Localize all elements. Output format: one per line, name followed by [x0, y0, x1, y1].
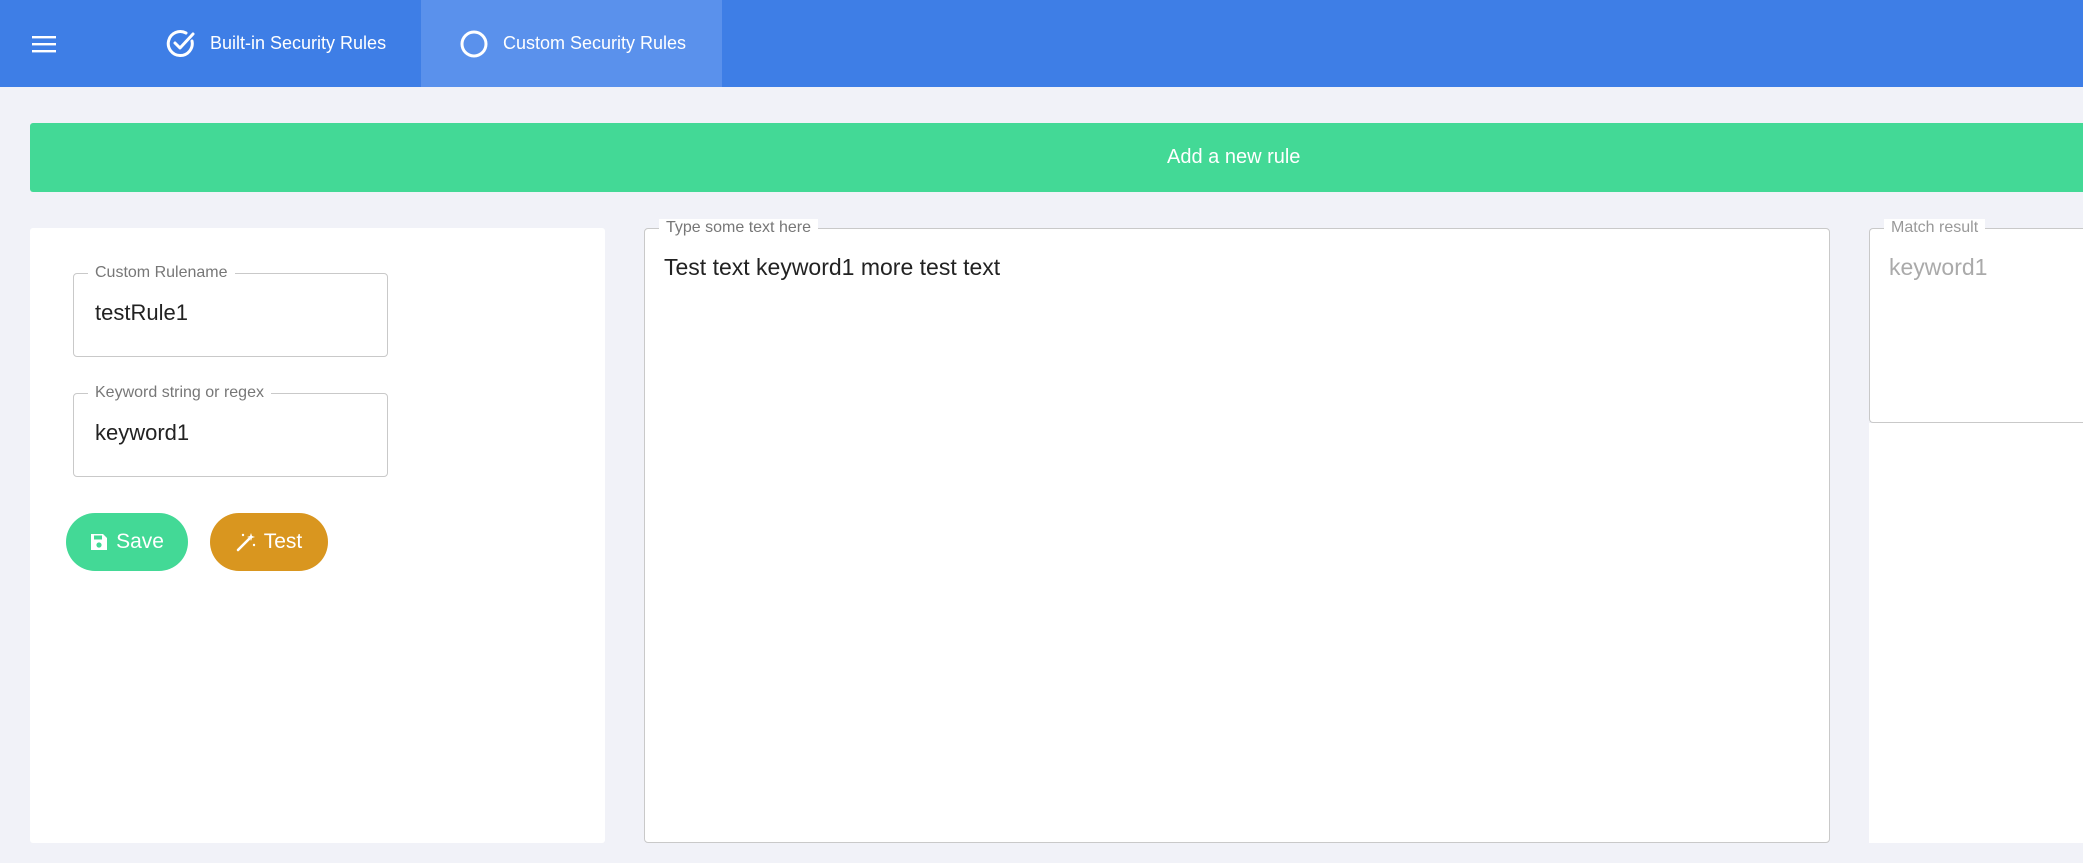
- test-text-area[interactable]: Type some text here Test text keyword1 m…: [644, 219, 1830, 843]
- save-button[interactable]: Save: [66, 513, 188, 571]
- test-button[interactable]: Test: [210, 513, 328, 571]
- tab-built-in-security-rules[interactable]: Built-in Security Rules: [150, 0, 421, 87]
- floppy-disk-icon: [91, 534, 108, 550]
- rulename-field[interactable]: Custom Rulename: [73, 264, 388, 357]
- tab-custom-security-rules[interactable]: Custom Security Rules: [421, 0, 722, 87]
- rulename-input[interactable]: [95, 300, 375, 326]
- match-result-field: Match result keyword1: [1869, 219, 2083, 423]
- tab-label: Custom Security Rules: [503, 33, 687, 53]
- test-text-value[interactable]: Test text keyword1 more test text: [664, 254, 1000, 281]
- hamburger-menu-icon: [32, 36, 56, 53]
- menu-button[interactable]: [24, 24, 64, 64]
- magic-wand-icon: [236, 533, 255, 552]
- test-text-legend: Type some text here: [659, 219, 818, 237]
- keyword-field[interactable]: Keyword string or regex: [73, 384, 388, 477]
- rulename-legend: Custom Rulename: [88, 264, 235, 282]
- match-result-legend: Match result: [1884, 219, 1986, 237]
- keyword-legend: Keyword string or regex: [88, 384, 271, 402]
- check-circle-icon: [166, 29, 195, 57]
- rule-editor-card: Custom Rulename Keyword string or regex …: [30, 228, 605, 843]
- match-result-card: [1869, 423, 2083, 843]
- circle-icon: [460, 30, 488, 57]
- match-result-value: keyword1: [1889, 254, 1988, 280]
- keyword-input[interactable]: [95, 420, 375, 446]
- save-label: Save: [116, 530, 164, 553]
- test-label: Test: [263, 530, 303, 553]
- add-new-rule-label: Add a new rule: [1167, 146, 1301, 168]
- tab-label: Built-in Security Rules: [210, 33, 387, 53]
- top-app-bar: Built-in Security Rules Custom Security …: [0, 0, 2083, 87]
- add-new-rule-button[interactable]: Add a new rule: [30, 123, 2083, 192]
